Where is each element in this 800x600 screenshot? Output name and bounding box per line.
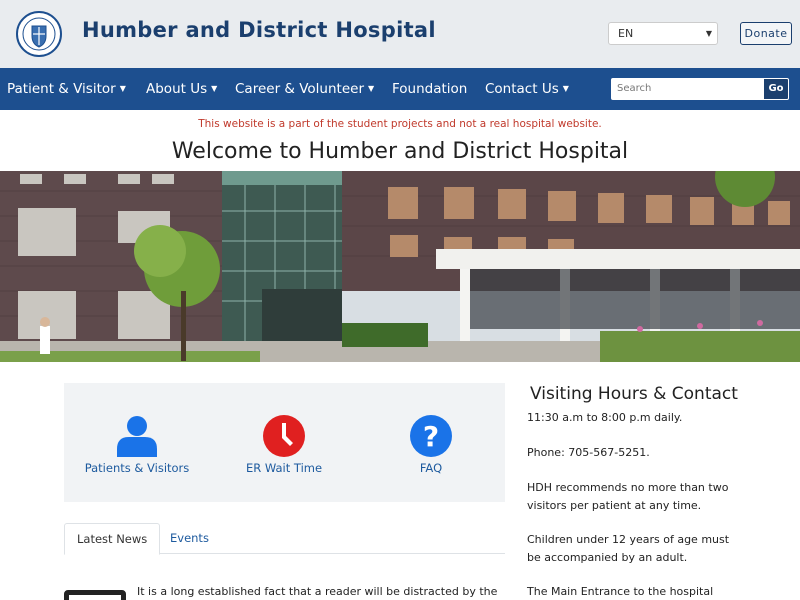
- clock-icon: [263, 415, 305, 457]
- caret-down-icon: ▼: [211, 84, 218, 93]
- site-title[interactable]: Humber and District Hospital: [82, 18, 436, 42]
- visitor-policy-line-1: HDH recommends no more than two: [527, 481, 729, 494]
- nav-item-career-volunteer[interactable]: Career & Volunteer ▼: [235, 68, 374, 110]
- tab-events[interactable]: Events: [158, 523, 221, 554]
- nav-label: About Us: [146, 81, 208, 97]
- news-tabs: Latest News Events: [64, 523, 505, 555]
- site-header: Humber and District Hospital EN ▼ Donate: [0, 0, 800, 68]
- visitor-policy-line-2: visitors per patient at any time.: [527, 499, 702, 512]
- language-value: EN: [618, 27, 634, 40]
- user-icon: [116, 415, 158, 457]
- question-icon: ?: [410, 415, 452, 457]
- quick-link-label: Patients & Visitors: [84, 461, 190, 475]
- disclaimer-text: This website is a part of the student pr…: [198, 118, 602, 130]
- children-policy-line-1: Children under 12 years of age must: [527, 533, 730, 546]
- nav-label: Career & Volunteer: [235, 81, 364, 97]
- hospital-crest-icon[interactable]: [16, 11, 62, 57]
- quick-link-er-wait-time[interactable]: ER Wait Time: [214, 415, 354, 475]
- quick-link-patients-visitors[interactable]: Patients & Visitors: [67, 415, 207, 475]
- nav-label: Contact Us: [485, 81, 559, 97]
- language-select[interactable]: EN ▼: [608, 22, 718, 45]
- donate-button[interactable]: Donate: [740, 22, 792, 45]
- tab-latest-news[interactable]: Latest News: [64, 523, 161, 555]
- phone-text: Phone: 705-567-5251.: [527, 446, 650, 459]
- nav-label: Patient & Visitor: [7, 81, 116, 97]
- quick-link-label: FAQ: [419, 461, 443, 475]
- main-entrance-text: The Main Entrance to the hospital: [527, 585, 714, 598]
- quick-link-label: ER Wait Time: [245, 461, 323, 475]
- hospital-building-photo: [0, 171, 800, 362]
- page-title: Welcome to Humber and District Hospital: [171, 139, 629, 164]
- quick-link-faq[interactable]: ? FAQ: [361, 415, 501, 475]
- news-item-text: It is a long established fact that a rea…: [137, 585, 498, 598]
- main-nav: Patient & Visitor ▼ About Us ▼ Career & Vo…: [0, 68, 800, 110]
- visiting-hours-text: 11:30 a.m to 8:00 p.m daily.: [527, 411, 683, 424]
- quick-links-panel: Patients & Visitors ER Wait Time ? FAQ: [64, 383, 505, 502]
- search-go-button[interactable]: Go: [763, 78, 789, 100]
- caret-down-icon: ▼: [119, 84, 126, 93]
- chevron-down-icon: ▼: [705, 29, 712, 38]
- nav-item-patient-visitor[interactable]: Patient & Visitor ▼: [7, 68, 126, 110]
- caret-down-icon: ▼: [562, 84, 569, 93]
- search-input[interactable]: Search: [611, 78, 763, 100]
- caret-down-icon: ▼: [368, 84, 375, 93]
- news-thumbnail-icon: [64, 590, 126, 600]
- children-policy-line-2: be accompanied by an adult.: [527, 551, 688, 564]
- visiting-hours-title: Visiting Hours & Contact: [530, 384, 738, 404]
- nav-label: Foundation: [392, 81, 468, 97]
- nav-item-contact-us[interactable]: Contact Us ▼: [485, 68, 569, 110]
- nav-item-about-us[interactable]: About Us ▼: [146, 68, 217, 110]
- svg-text:?: ?: [423, 420, 439, 453]
- nav-item-foundation[interactable]: Foundation: [392, 68, 467, 110]
